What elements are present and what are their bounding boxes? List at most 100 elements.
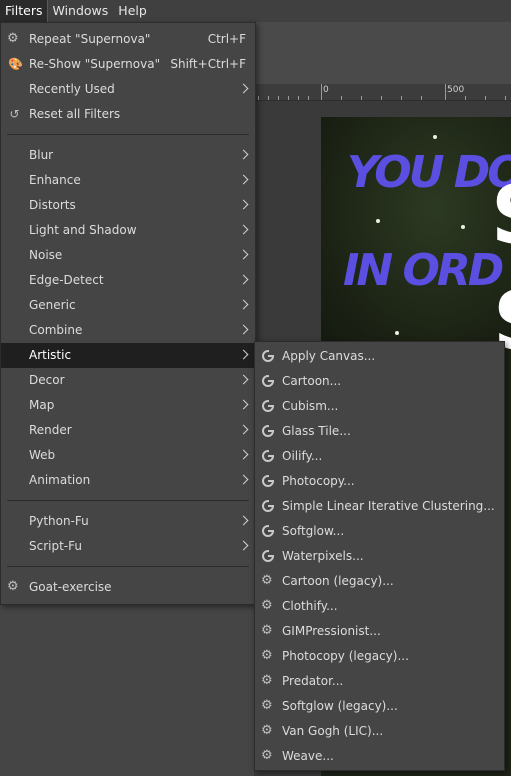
menu-item-blur[interactable]: Blur [1,143,255,168]
menu-item-distorts[interactable]: Distorts [1,193,255,218]
menu-item-python-fu[interactable]: Python-Fu [1,509,255,534]
menu-item-reset-all-filters[interactable]: ↺ Reset all Filters [1,102,255,127]
gear-icon: ⚙ [261,698,273,713]
menu-windows[interactable]: Windows [47,0,113,22]
star [461,225,465,229]
chevron-right-icon [238,199,249,210]
menu-item-decor[interactable]: Decor [1,368,255,393]
menu-item-combine[interactable]: Combine [1,318,255,343]
menu-item-recently-used[interactable]: Recently Used [1,77,255,102]
chevron-right-icon [238,83,249,94]
submenu-item-slic[interactable]: Simple Linear Iterative Clustering... [255,494,504,519]
menu-item-label: Noise [29,248,63,262]
star [433,135,437,139]
menu-item-label: GIMPressionist... [282,624,381,638]
chevron-right-icon [238,349,249,360]
submenu-item-glass-tile[interactable]: Glass Tile... [255,419,504,444]
menu-item-enhance[interactable]: Enhance [1,168,255,193]
menu-item-label: Decor [29,373,65,387]
menu-item-edge-detect[interactable]: Edge-Detect [1,268,255,293]
menu-item-label: Render [29,423,72,437]
menu-item-label: Blur [29,148,54,162]
chevron-right-icon [238,374,249,385]
ruler-label-0: 0 [323,85,329,95]
star [376,219,380,223]
gegl-icon [262,450,274,462]
tool-options-strip [254,22,511,84]
gear-icon: ⚙ [261,648,273,663]
menu-item-label: Recently Used [29,82,115,96]
menu-item-light-and-shadow[interactable]: Light and Shadow [1,218,255,243]
menu-item-label: Softglow (legacy)... [282,699,398,713]
menu-item-animation[interactable]: Animation [1,468,255,493]
menu-item-artistic[interactable]: Artistic [1,343,255,368]
menu-item-label: Enhance [29,173,81,187]
menu-item-label: Distorts [29,198,76,212]
menu-item-reshow-supernova[interactable]: 🎨 Re-Show "Supernova" Shift+Ctrl+F [1,52,255,77]
submenu-item-photocopy-legacy[interactable]: ⚙ Photocopy (legacy)... [255,644,504,669]
menu-item-generic[interactable]: Generic [1,293,255,318]
menu-item-repeat-supernova[interactable]: ⚙ Repeat "Supernova" Ctrl+F [1,27,255,52]
menu-item-label: Oilify... [282,449,323,463]
submenu-item-softglow[interactable]: Softglow... [255,519,504,544]
shortcut-label: Ctrl+F [207,32,246,46]
menu-item-label: Edge-Detect [29,273,104,287]
menu-help[interactable]: Help [113,0,152,22]
menu-item-label: Repeat "Supernova" [29,32,151,46]
reshow-filter-icon: 🎨 [8,57,23,71]
artistic-submenu: Apply Canvas... Cartoon... Cubism... Gla… [254,341,505,771]
submenu-item-cartoon-legacy[interactable]: ⚙ Cartoon (legacy)... [255,569,504,594]
gear-icon: ⚙ [261,723,273,738]
menu-separator [7,134,249,135]
menu-item-label: Van Gogh (LIC)... [282,724,384,738]
submenu-item-photocopy[interactable]: Photocopy... [255,469,504,494]
menu-item-label: Weave... [282,749,334,763]
menu-item-noise[interactable]: Noise [1,243,255,268]
menu-item-map[interactable]: Map [1,393,255,418]
menu-filters[interactable]: Filters [0,0,49,23]
submenu-item-cartoon[interactable]: Cartoon... [255,369,504,394]
image-text-line1: YOU DO [347,147,511,198]
gear-icon: ⚙ [261,673,273,688]
submenu-item-clothify[interactable]: ⚙ Clothify... [255,594,504,619]
menu-item-label: Light and Shadow [29,223,137,237]
gear-icon: ⚙ [261,623,273,638]
submenu-item-apply-canvas[interactable]: Apply Canvas... [255,344,504,369]
menu-item-label: Animation [29,473,91,487]
gear-icon: ⚙ [261,598,273,613]
menu-item-render[interactable]: Render [1,418,255,443]
submenu-item-weave[interactable]: ⚙ Weave... [255,744,504,769]
reset-icon: ↺ [9,107,20,121]
menu-item-label: Reset all Filters [29,107,121,121]
submenu-item-cubism[interactable]: Cubism... [255,394,504,419]
submenu-item-softglow-legacy[interactable]: ⚙ Softglow (legacy)... [255,694,504,719]
gear-icon: ⚙ [261,573,273,588]
chevron-right-icon [238,174,249,185]
menu-item-label: Cartoon... [282,374,342,388]
gegl-icon [262,475,274,487]
chevron-right-icon [238,299,249,310]
menu-item-label: Goat-exercise [29,580,112,594]
menu-item-script-fu[interactable]: Script-Fu [1,534,255,559]
menu-item-label: Python-Fu [29,514,89,528]
menu-item-label: Cartoon (legacy)... [282,574,394,588]
gegl-icon [262,525,274,537]
menu-item-label: Apply Canvas... [282,349,376,363]
gegl-icon [262,350,274,362]
chevron-right-icon [238,449,249,460]
chevron-right-icon [238,324,249,335]
submenu-item-waterpixels[interactable]: Waterpixels... [255,544,504,569]
image-white-glyph: S [491,169,511,262]
menu-separator [7,500,249,501]
menu-item-goat-exercise[interactable]: ⚙ Goat-exercise [1,575,255,600]
submenu-item-gimpressionist[interactable]: ⚙ GIMPressionist... [255,619,504,644]
menu-item-web[interactable]: Web [1,443,255,468]
submenu-item-van-gogh[interactable]: ⚙ Van Gogh (LIC)... [255,719,504,744]
submenu-item-predator[interactable]: ⚙ Predator... [255,669,504,694]
star [395,331,399,335]
menu-item-label: Clothify... [282,599,338,613]
menu-item-label: Script-Fu [29,539,82,553]
horizontal-ruler[interactable]: 0 500 [254,84,511,101]
submenu-item-oilify[interactable]: Oilify... [255,444,504,469]
gegl-icon [262,375,274,387]
